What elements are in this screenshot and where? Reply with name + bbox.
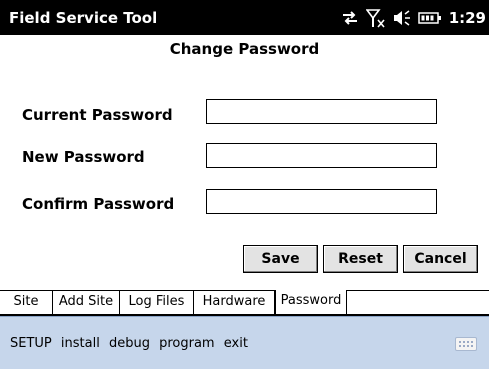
confirm-password-label: Confirm Password [22,195,175,213]
menu-item-setup[interactable]: SETUP [10,336,52,351]
tab-site[interactable]: Site [0,291,53,314]
tab-password[interactable]: Password [275,290,347,315]
menu-item-program[interactable]: program [159,336,215,351]
tab-log-files[interactable]: Log Files [120,291,194,314]
menu-item-debug[interactable]: debug [109,336,150,351]
menu-item-install[interactable]: install [61,336,100,351]
tab-strip: Site Add Site Log Files Hardware Passwor… [0,290,489,316]
battery-icon[interactable] [417,11,442,25]
menu-item-exit[interactable]: exit [224,336,248,351]
new-password-field[interactable] [206,143,437,168]
page-title: Change Password [169,40,320,58]
status-icons: 1:29 [341,0,489,35]
confirm-password-field[interactable] [206,189,437,214]
save-button[interactable]: Save [243,245,318,273]
signal-off-icon[interactable] [365,8,386,28]
keyboard-icon[interactable] [455,337,477,351]
tab-add-site[interactable]: Add Site [53,291,120,314]
app-title: Field Service Tool [9,8,158,27]
reset-button[interactable]: Reset [323,245,398,273]
tab-hardware[interactable]: Hardware [194,291,275,314]
menu-items: SETUP install debug program exit [10,336,253,351]
title-bar: Field Service Tool 1:29 [0,0,489,35]
new-password-label: New Password [22,148,145,166]
clock[interactable]: 1:29 [449,9,486,27]
current-password-label: Current Password [22,106,173,124]
current-password-field[interactable] [206,99,437,124]
menu-bar: SETUP install debug program exit [0,316,489,369]
speaker-icon[interactable] [393,9,411,26]
cancel-button[interactable]: Cancel [403,245,478,273]
connectivity-arrows-icon[interactable] [341,10,359,26]
